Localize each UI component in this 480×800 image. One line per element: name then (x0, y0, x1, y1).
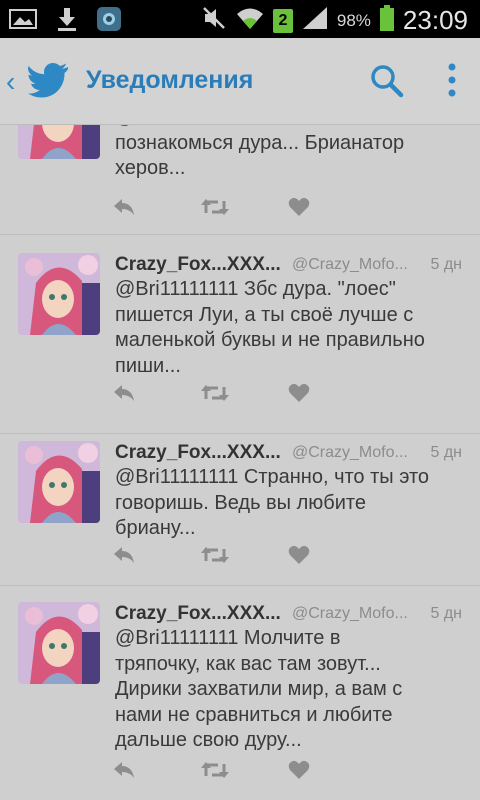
tweet-text: @Bri11111111 Молчите в тряпочку, как вас… (115, 627, 403, 751)
avatar[interactable] (18, 441, 100, 523)
signal-icon (301, 5, 329, 36)
user-name[interactable]: Crazy_Fox...XXX... (115, 254, 281, 276)
reply-icon[interactable] (112, 195, 200, 219)
user-name[interactable]: Crazy_Fox...XXX... (115, 603, 281, 625)
user-handle: @Crazy_Mofo... (292, 605, 408, 622)
notifications-list[interactable]: @Bri11111111 Ты сначала с ним познакомьс… (0, 125, 480, 800)
tweet-actions (112, 543, 376, 567)
sim-number: 2 (278, 11, 288, 29)
like-icon[interactable] (288, 381, 376, 405)
avatar[interactable] (18, 602, 100, 684)
wifi-icon (235, 5, 265, 36)
avatar[interactable] (18, 125, 100, 159)
tweet-time: 5 дн (430, 256, 462, 273)
sim-icon: 2 (272, 8, 293, 33)
avatar[interactable] (18, 253, 100, 335)
reply-icon[interactable] (112, 381, 200, 405)
tweet-item[interactable]: Crazy_Fox...XXX... @Crazy_Mofo... 5 дн @… (0, 234, 480, 434)
user-handle: @Crazy_Mofo... (292, 444, 408, 461)
tweet-time: 5 дн (430, 444, 462, 461)
user-name[interactable]: Crazy_Fox...XXX... (115, 442, 281, 464)
back-icon[interactable]: ‹ (6, 66, 15, 98)
tweet-text: @Bri11111111 Странно, что ты это говориш… (115, 466, 430, 539)
tweet-actions (112, 758, 376, 782)
like-icon[interactable] (288, 758, 376, 782)
mute-icon (201, 5, 227, 36)
tweet-text: @Bri11111111 Ты сначала с ним познакомьс… (115, 125, 408, 179)
battery-icon (379, 4, 395, 37)
search-icon[interactable] (370, 64, 404, 103)
like-icon[interactable] (288, 195, 376, 219)
download-icon (56, 6, 78, 37)
status-bar: 2 98% 23:09 (0, 0, 480, 38)
retweet-icon[interactable] (200, 381, 288, 405)
screen-icon (96, 6, 122, 37)
battery-percent: 98% (336, 10, 371, 30)
reply-icon[interactable] (112, 758, 200, 782)
twitter-bird-icon[interactable] (28, 62, 70, 103)
tweet-item[interactable]: Crazy_Fox...XXX... @Crazy_Mofo... 5 дн @… (0, 585, 480, 800)
like-icon[interactable] (288, 543, 376, 567)
tweet-item[interactable]: Crazy_Fox...XXX... @Crazy_Mofo... 5 дн @… (0, 433, 480, 586)
tweet-item[interactable]: @Bri11111111 Ты сначала с ним познакомьс… (0, 125, 480, 235)
user-handle: @Crazy_Mofo... (292, 256, 408, 273)
retweet-icon[interactable] (200, 195, 288, 219)
tweet-actions (112, 195, 376, 219)
clock: 23:09 (402, 5, 468, 35)
app-bar: ‹ Уведомления (0, 38, 480, 125)
tweet-time: 5 дн (430, 605, 462, 622)
reply-icon[interactable] (112, 543, 200, 567)
more-vertical-icon[interactable] (446, 62, 458, 103)
retweet-icon[interactable] (200, 543, 288, 567)
tweet-text: @Bri11111111 Збс дура. "лоес" пишется Лу… (115, 278, 425, 377)
page-title: Уведомления (86, 66, 254, 94)
retweet-icon[interactable] (200, 758, 288, 782)
tweet-actions (112, 381, 376, 405)
image-icon (8, 7, 38, 36)
